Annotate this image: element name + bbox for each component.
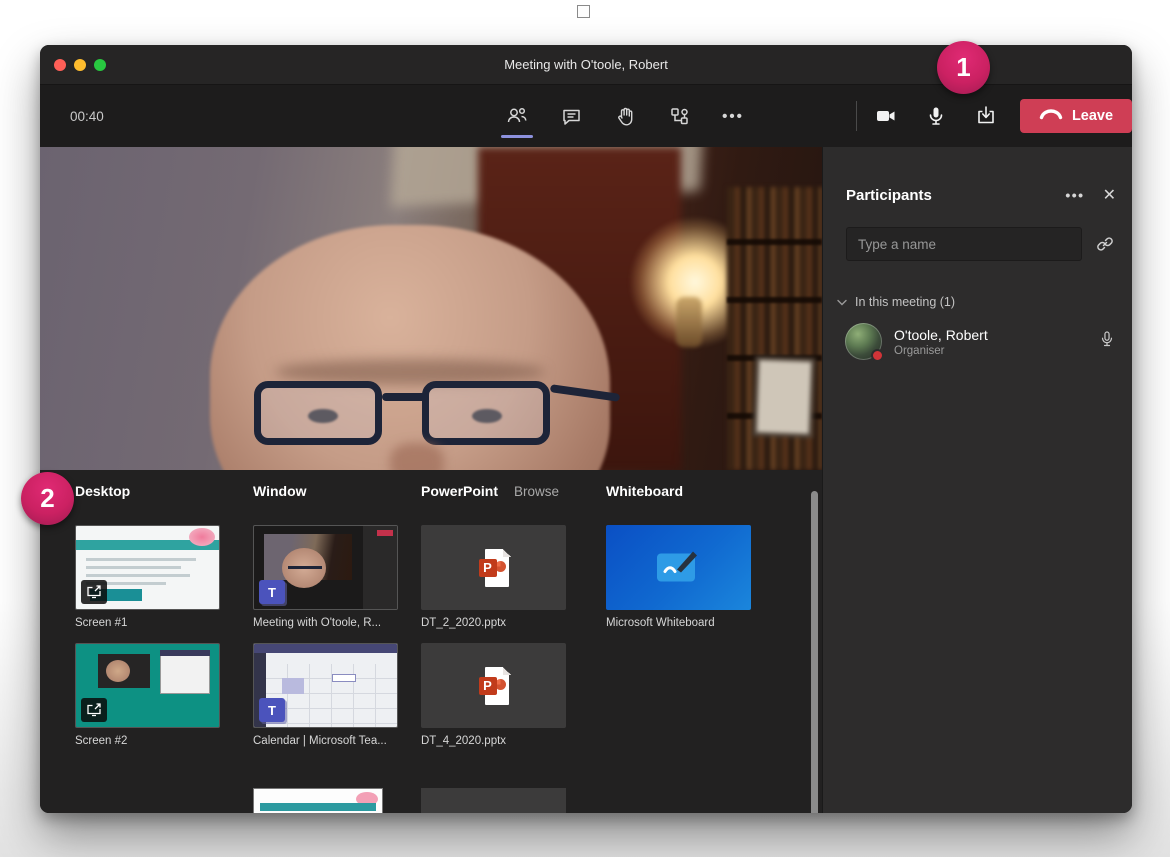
- share-tile-whiteboard[interactable]: [606, 525, 751, 610]
- minimize-window-button[interactable]: [74, 59, 86, 71]
- share-tile-partial-pptx[interactable]: [421, 788, 566, 813]
- share-tile-screen-1[interactable]: [75, 525, 220, 610]
- share-screen-overlay-icon: [81, 698, 107, 722]
- share-screen-overlay-icon: [81, 580, 107, 604]
- share-tile-label: Meeting with O'toole, R...: [253, 617, 398, 629]
- share-tile-label: Microsoft Whiteboard: [606, 617, 751, 629]
- microphone-toggle-button[interactable]: [916, 96, 956, 136]
- participants-close-icon[interactable]: ✕: [1103, 185, 1116, 205]
- whiteboard-header: Whiteboard: [606, 483, 683, 499]
- whiteboard-icon: [653, 545, 705, 590]
- powerpoint-header: PowerPoint: [421, 483, 498, 499]
- window-header: Window: [253, 483, 307, 499]
- share-tile-label: DT_4_2020.pptx: [421, 735, 566, 747]
- toolbar-center-icons: •••: [497, 96, 753, 136]
- hang-up-icon: [1039, 108, 1063, 124]
- traffic-lights: [54, 59, 106, 71]
- video-picture-frame: [753, 356, 816, 438]
- share-tile-partial-window[interactable]: [253, 788, 383, 813]
- chevron-down-icon: [837, 295, 847, 309]
- tray-scrollbar[interactable]: [811, 491, 818, 813]
- share-column-powerpoint: PowerPoint Browse P DT_2_2020.pptx: [421, 483, 566, 756]
- chat-button[interactable]: [551, 96, 591, 136]
- share-column-window: Window T Meeting with O'toole, R... T: [253, 483, 398, 756]
- share-tile-label: DT_2_2020.pptx: [421, 617, 566, 629]
- participants-more-icon[interactable]: •••: [1065, 187, 1084, 203]
- more-actions-icon: •••: [722, 108, 744, 125]
- self-video-feed: [40, 147, 822, 470]
- share-screen-icon: [974, 104, 998, 128]
- chat-icon: [561, 106, 582, 127]
- annotation-badge-1: 1: [937, 41, 990, 94]
- copy-link-icon[interactable]: [1092, 231, 1118, 257]
- share-screen-button[interactable]: [966, 96, 1006, 136]
- breakout-rooms-button[interactable]: [659, 96, 699, 136]
- leave-button-label: Leave: [1072, 108, 1113, 124]
- share-content-tray: Desktop: [40, 470, 822, 813]
- teams-meeting-window: Meeting with O'toole, Robert 00:40: [40, 45, 1132, 813]
- video-person-glasses: [254, 375, 584, 449]
- share-tile-pptx-1[interactable]: P: [421, 525, 566, 610]
- camera-toggle-button[interactable]: [866, 96, 906, 136]
- video-lamp-base: [676, 297, 702, 347]
- raise-hand-icon: [615, 106, 636, 127]
- leave-button[interactable]: Leave: [1020, 99, 1132, 133]
- share-tile-pptx-2[interactable]: P: [421, 643, 566, 728]
- meeting-timer: 00:40: [70, 109, 104, 124]
- presence-busy-indicator: [871, 349, 884, 362]
- participant-mic-icon[interactable]: [1098, 330, 1116, 353]
- toolbar-divider: [856, 101, 857, 131]
- participants-button[interactable]: [497, 96, 537, 136]
- raise-hand-button[interactable]: [605, 96, 645, 136]
- teams-logo-icon: T: [259, 698, 285, 722]
- microphone-icon: [925, 105, 947, 127]
- share-tile-label: Screen #2: [75, 735, 220, 747]
- zoom-window-button[interactable]: [94, 59, 106, 71]
- participant-avatar: [845, 323, 882, 360]
- more-actions-button[interactable]: •••: [713, 96, 753, 136]
- teams-logo-icon: T: [259, 580, 285, 604]
- in-this-meeting-label: In this meeting (1): [855, 295, 955, 309]
- participant-name: O'toole, Robert: [894, 327, 1098, 343]
- participant-search-input[interactable]: [846, 227, 1082, 261]
- powerpoint-file-icon: P: [479, 667, 509, 705]
- camera-icon: [874, 104, 898, 128]
- share-column-desktop: Desktop: [75, 483, 220, 756]
- share-column-whiteboard: Whiteboard Microsoft: [606, 483, 751, 638]
- annotation-badge-1-number: 1: [956, 52, 970, 83]
- share-tile-label: Calendar | Microsoft Tea...: [253, 735, 398, 747]
- broken-image-placeholder: [577, 5, 590, 18]
- share-tile-meeting-window[interactable]: T: [253, 525, 398, 610]
- annotation-badge-2: 2: [21, 472, 74, 525]
- annotation-badge-2-number: 2: [40, 483, 54, 514]
- desktop-background: Meeting with O'toole, Robert 00:40: [0, 0, 1170, 857]
- participant-row[interactable]: O'toole, Robert Organiser: [823, 309, 1132, 360]
- in-this-meeting-section[interactable]: In this meeting (1): [823, 261, 1132, 309]
- device-controls: [866, 96, 1006, 136]
- desktop-header: Desktop: [75, 483, 130, 499]
- participants-panel-title: Participants: [846, 187, 1065, 204]
- breakout-rooms-icon: [669, 106, 690, 127]
- powerpoint-file-icon: P: [479, 549, 509, 587]
- participants-panel: Participants ••• ✕: [822, 147, 1132, 813]
- share-tile-calendar-window[interactable]: T: [253, 643, 398, 728]
- share-tile-screen-2[interactable]: [75, 643, 220, 728]
- close-window-button[interactable]: [54, 59, 66, 71]
- participants-icon: [506, 105, 528, 127]
- video-person-nose: [390, 443, 444, 470]
- participant-role: Organiser: [894, 345, 1098, 357]
- browse-link[interactable]: Browse: [514, 484, 559, 499]
- meeting-toolbar: 00:40: [40, 85, 1132, 147]
- share-tile-label: Screen #1: [75, 617, 220, 629]
